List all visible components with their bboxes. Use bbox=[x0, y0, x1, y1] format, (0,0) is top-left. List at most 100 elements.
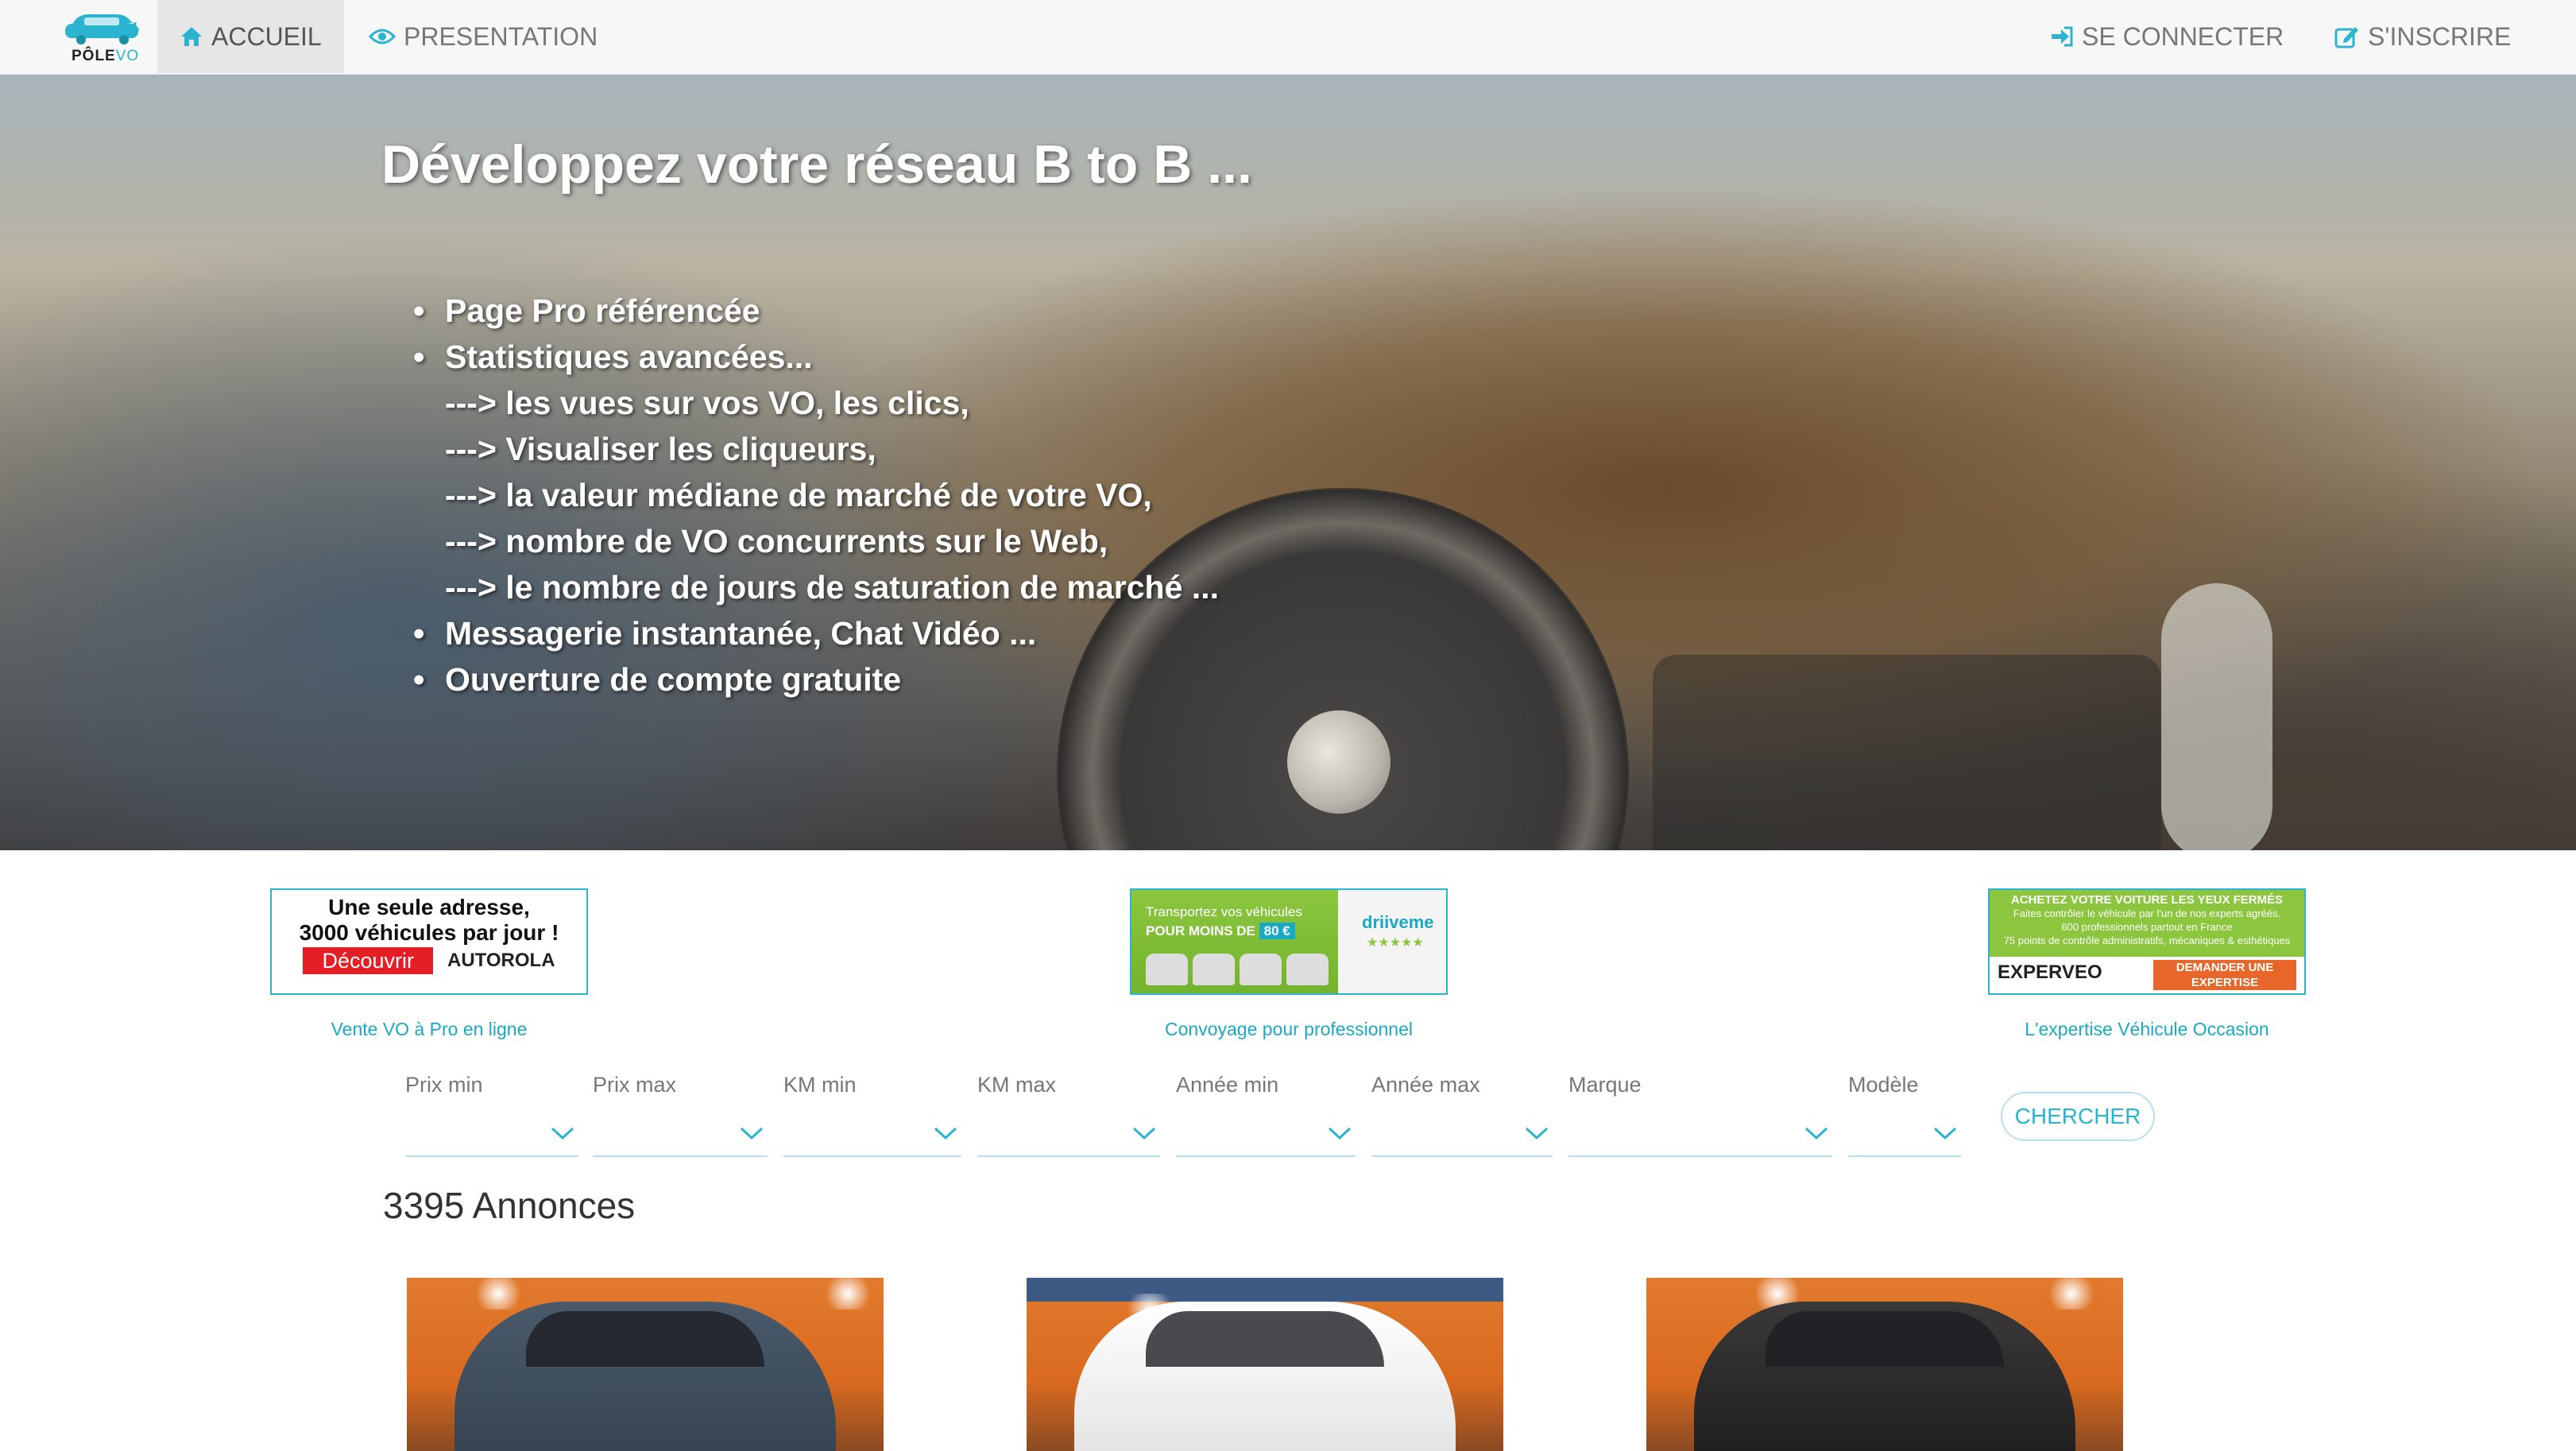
experveo-caption-link[interactable]: L'expertise Véhicule Occasion bbox=[1948, 1019, 2346, 1040]
hero-title: Développez votre réseau B to B ... bbox=[381, 134, 1252, 195]
hero-feature-item: Page Pro référencée bbox=[413, 288, 1219, 334]
autorola-banner-line1: Une seule adresse, bbox=[328, 895, 530, 919]
dashboard-vent-image bbox=[1653, 655, 2161, 850]
hero-feature-subitem: ---> le nombre de jours de saturation de… bbox=[445, 569, 1219, 606]
car-windshield-image bbox=[1146, 1311, 1384, 1367]
experveo-subline-3: 75 points de contrôle administratifs, mé… bbox=[2003, 934, 2291, 946]
filter-km-min-label: KM min bbox=[783, 1073, 857, 1097]
filter-km-max[interactable]: KM max bbox=[977, 1073, 1160, 1157]
filter-prix-max-label: Prix max bbox=[593, 1073, 677, 1097]
autorola-banner-line2: 3000 véhicules par jour ! bbox=[299, 920, 559, 945]
driiveme-banner-right: driiveme ★★★★★ bbox=[1338, 890, 1446, 993]
driiveme-price-badge: 80 € bbox=[1259, 923, 1295, 939]
filter-prix-min-select[interactable] bbox=[405, 1117, 578, 1157]
hero-feature-subitem: ---> Visualiser les cliqueurs, bbox=[445, 431, 876, 467]
experveo-subline-2: 600 professionnels partout en France bbox=[2061, 921, 2233, 933]
experveo-headline: ACHETEZ VOTRE VOITURE LES YEUX FERMÉS bbox=[1990, 890, 2304, 907]
hero-feature-subitem: ---> nombre de VO concurrents sur le Web… bbox=[445, 523, 1108, 559]
chevron-down-icon bbox=[1804, 1127, 1828, 1140]
autorola-caption-link[interactable]: Vente VO à Pro en ligne bbox=[230, 1019, 628, 1040]
filter-annee-min[interactable]: Année min bbox=[1176, 1073, 1356, 1157]
top-navbar: PÔLEVO ACCUEIL PRESENTATION SE CONNECTER… bbox=[0, 0, 2576, 75]
hero-feature-item: Messagerie instantanée, Chat Vidéo ... bbox=[413, 610, 1219, 656]
eye-icon bbox=[369, 29, 396, 44]
hero-feature-list: Page Pro référencée Statistiques avancée… bbox=[413, 288, 1219, 702]
filter-km-min-select[interactable] bbox=[783, 1117, 961, 1157]
filter-annee-max-label: Année max bbox=[1371, 1073, 1480, 1097]
hero-feature-item: Ouverture de compte gratuite bbox=[413, 656, 1219, 702]
listing-count: 3395 Annonces bbox=[383, 1185, 636, 1226]
listing-card-image[interactable] bbox=[1027, 1278, 1503, 1451]
experveo-logo: EXPERVEO bbox=[1998, 962, 2102, 983]
filter-km-max-label: KM max bbox=[977, 1073, 1057, 1097]
polevo-logo[interactable]: PÔLEVO bbox=[60, 6, 143, 68]
hero-feature-subitem: ---> les vues sur vos VO, les clics, bbox=[445, 385, 969, 421]
driiveme-banner-line2: POUR MOINS DE 80 € bbox=[1146, 923, 1295, 939]
experveo-subline-1: Faites contrôler le véhicule par l'un de… bbox=[2013, 907, 2281, 919]
listing-card-image[interactable] bbox=[407, 1278, 884, 1451]
chevron-down-icon bbox=[1525, 1127, 1549, 1140]
filter-modele-label: Modèle bbox=[1848, 1073, 1919, 1097]
chevron-down-icon bbox=[740, 1127, 764, 1140]
sign-in-icon bbox=[2052, 26, 2073, 47]
filter-prix-min-label: Prix min bbox=[405, 1073, 483, 1097]
filter-annee-max-select[interactable] bbox=[1371, 1117, 1553, 1157]
filter-modele-select[interactable] bbox=[1848, 1117, 1961, 1157]
home-icon bbox=[181, 27, 202, 46]
autorola-banner[interactable]: Une seule adresse, 3000 véhicules par jo… bbox=[270, 888, 588, 995]
filter-marque-label: Marque bbox=[1568, 1073, 1642, 1097]
filter-annee-min-select[interactable] bbox=[1176, 1117, 1356, 1157]
filter-marque-select[interactable] bbox=[1568, 1117, 1832, 1157]
driiveme-banner[interactable]: Transportez vos véhicules POUR MOINS DE … bbox=[1130, 888, 1448, 995]
driiveme-banner-price-label: POUR MOINS DE bbox=[1146, 923, 1255, 938]
chevron-down-icon bbox=[551, 1127, 574, 1140]
autorola-discover-button[interactable]: Découvrir bbox=[303, 947, 433, 974]
studio-light-image bbox=[470, 1278, 526, 1310]
chevron-down-icon bbox=[1933, 1127, 1957, 1140]
car-logo-icon bbox=[65, 14, 140, 44]
nav-accueil-label: ACCUEIL bbox=[211, 21, 322, 51]
nav-signup[interactable]: S'INSCRIRE bbox=[2325, 0, 2520, 73]
hero-feature-item: Statistiques avancées... bbox=[413, 334, 1219, 380]
experveo-request-button[interactable]: DEMANDER UNE EXPERTISE bbox=[2153, 960, 2296, 990]
listing-card-image[interactable] bbox=[1646, 1278, 2123, 1451]
car-windshield-image bbox=[1766, 1311, 2004, 1367]
filter-marque[interactable]: Marque bbox=[1568, 1073, 1832, 1157]
nav-login[interactable]: SE CONNECTER bbox=[2040, 0, 2293, 73]
filter-prix-max-select[interactable] bbox=[593, 1117, 768, 1157]
filter-modele[interactable]: Modèle bbox=[1848, 1073, 1961, 1157]
logo-text-accent: VO bbox=[115, 48, 140, 64]
studio-light-image bbox=[2044, 1278, 2099, 1310]
filter-km-min[interactable]: KM min bbox=[783, 1073, 961, 1157]
nav-presentation[interactable]: PRESENTATION bbox=[346, 0, 620, 73]
autorola-logo: AUTOROLA bbox=[447, 950, 555, 971]
chevron-down-icon bbox=[934, 1127, 957, 1140]
studio-light-image bbox=[820, 1278, 876, 1310]
chevron-down-icon bbox=[1328, 1127, 1352, 1140]
hero-feature-subitem: ---> la valeur médiane de marché de votr… bbox=[445, 477, 1152, 513]
nav-presentation-label: PRESENTATION bbox=[404, 21, 598, 51]
nav-signup-label: S'INSCRIRE bbox=[2368, 21, 2512, 51]
driiveme-caption-link[interactable]: Convoyage pour professionnel bbox=[1090, 1019, 1487, 1040]
driiveme-logo: driiveme bbox=[1362, 912, 1434, 932]
filter-annee-max[interactable]: Année max bbox=[1371, 1073, 1553, 1157]
driiveme-banner-line1: Transportez vos véhicules bbox=[1146, 904, 1302, 919]
experveo-banner[interactable]: ACHETEZ VOTRE VOITURE LES YEUX FERMÉS Fa… bbox=[1988, 888, 2306, 995]
search-button[interactable]: CHERCHER bbox=[2001, 1092, 2155, 1141]
rating-stars-icon: ★★★★★ bbox=[1367, 936, 1424, 950]
logo-text: PÔLEVO bbox=[72, 48, 139, 65]
experveo-banner-footer: EXPERVEO DEMANDER UNE EXPERTISE bbox=[1990, 957, 2304, 993]
logo-text-main: PÔLE bbox=[72, 48, 116, 64]
driiveme-banner-left: Transportez vos véhicules POUR MOINS DE … bbox=[1131, 890, 1338, 993]
dashboard-chrome-image bbox=[2161, 583, 2272, 850]
driiveme-cars-image bbox=[1146, 954, 1329, 985]
nav-accueil[interactable]: ACCUEIL bbox=[157, 0, 344, 73]
gauge-center-image bbox=[1287, 710, 1390, 814]
car-windshield-image bbox=[526, 1311, 764, 1367]
filter-annee-min-label: Année min bbox=[1176, 1073, 1279, 1097]
filter-prix-min[interactable]: Prix min bbox=[405, 1073, 578, 1157]
edit-icon bbox=[2334, 27, 2358, 48]
showroom-banner-image bbox=[1027, 1278, 1503, 1302]
filter-km-max-select[interactable] bbox=[977, 1117, 1160, 1157]
filter-prix-max[interactable]: Prix max bbox=[593, 1073, 768, 1157]
